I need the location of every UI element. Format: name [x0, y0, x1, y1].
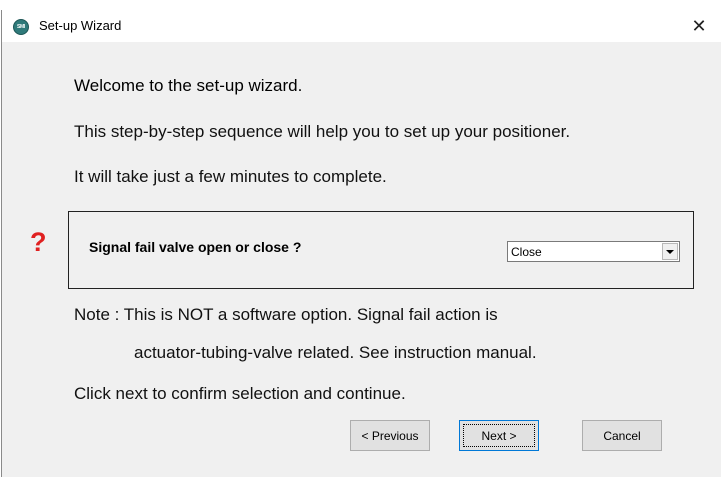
signal-fail-select[interactable]: Close	[507, 241, 680, 262]
intro-line-2: It will take just a few minutes to compl…	[74, 167, 387, 186]
close-icon[interactable]: ✕	[691, 16, 706, 37]
select-value[interactable]: Close	[508, 245, 662, 259]
app-logo-text: SMI	[17, 24, 25, 30]
wizard-heading: Welcome to the set-up wizard.	[74, 76, 303, 95]
note-line-1: Note : This is NOT a software option. Si…	[74, 305, 498, 324]
note-line-2: actuator-tubing-valve related. See instr…	[134, 343, 537, 362]
next-button[interactable]: Next >	[459, 420, 539, 451]
focus-rectangle	[463, 424, 535, 447]
intro-line-1: This step-by-step sequence will help you…	[74, 122, 571, 141]
signal-fail-question-label: Signal fail valve open or close ?	[89, 239, 302, 255]
question-mark-icon: ?	[30, 227, 47, 257]
cancel-button[interactable]: Cancel	[582, 420, 662, 451]
app-logo-icon: SMI	[13, 19, 29, 35]
close-button[interactable]: ✕	[676, 10, 722, 42]
title-bar: SMI Set-up Wizard ✕	[2, 10, 722, 42]
footer-instruction: Click next to confirm selection and cont…	[74, 384, 406, 403]
chevron-down-icon[interactable]	[662, 243, 678, 260]
window-title: Set-up Wizard	[39, 18, 122, 33]
question-group-box: Signal fail valve open or close ? Close	[68, 211, 694, 289]
previous-button[interactable]: < Previous	[350, 420, 430, 451]
